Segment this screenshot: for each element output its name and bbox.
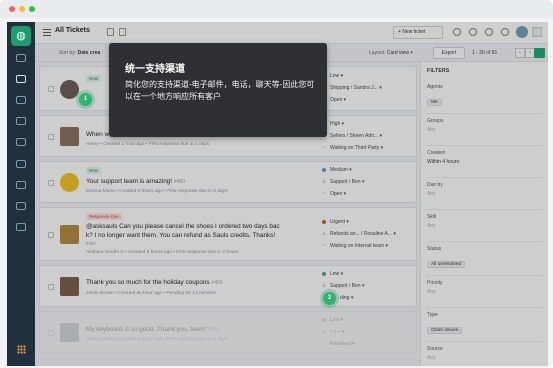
admin-icon[interactable] — [16, 202, 26, 210]
tour-step-2-marker[interactable]: 2 — [323, 292, 336, 305]
dashboard-icon[interactable] — [16, 54, 26, 62]
apps-grid-icon[interactable] — [17, 345, 26, 354]
tooltip-title: 统一支持渠道 — [125, 64, 185, 75]
solutions-icon[interactable] — [16, 138, 26, 146]
app-logo-icon[interactable]: ◍ — [11, 26, 31, 46]
settings-icon[interactable] — [16, 223, 26, 231]
tour-step-1-marker[interactable]: 1 — [79, 93, 92, 106]
onboarding-tooltip: 统一支持渠道 简化您的支持渠道-电子邮件，电话，聊天等-因此您可以在一个地方响应… — [109, 43, 327, 137]
reports-icon[interactable] — [16, 181, 26, 189]
window-titlebar — [0, 0, 553, 18]
close-window-button[interactable] — [9, 6, 15, 12]
tickets-icon[interactable] — [16, 75, 26, 83]
minimize-window-button[interactable] — [19, 6, 25, 12]
app-window: ◍ All Tickets + New ticket Sort by: Date… — [0, 0, 553, 368]
tooltip-body: 简化您的支持渠道-电子邮件，电话，聊天等-因此您可以在一个地方响应所有客户 — [125, 80, 315, 101]
companies-icon[interactable] — [16, 117, 26, 125]
forums-icon[interactable] — [16, 160, 26, 168]
maximize-window-button[interactable] — [29, 6, 35, 12]
contacts-icon[interactable] — [16, 96, 26, 104]
left-navigation: ◍ — [7, 22, 35, 366]
